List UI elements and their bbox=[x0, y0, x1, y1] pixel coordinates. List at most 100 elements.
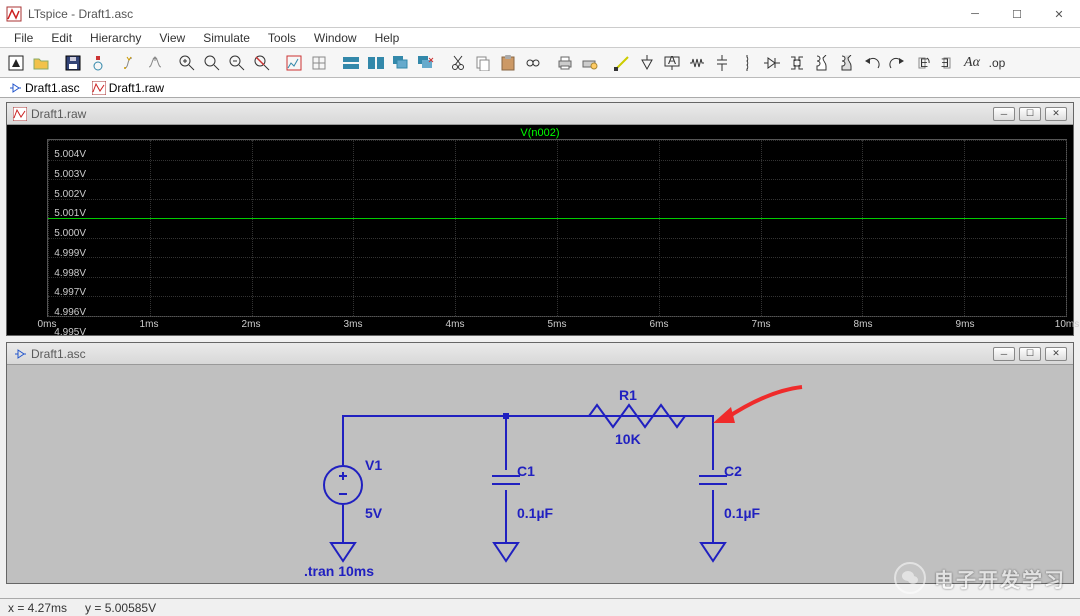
menu-window[interactable]: Window bbox=[306, 29, 365, 47]
inductor-button[interactable] bbox=[735, 51, 759, 75]
component-value[interactable]: 5V bbox=[365, 505, 382, 521]
document-tabs: Draft1.asc Draft1.raw bbox=[0, 78, 1080, 98]
mdi-maximize-button[interactable]: ☐ bbox=[1019, 107, 1041, 121]
waveform-plot[interactable]: V(n002) 5.004V 5.003V 5.002V 5.001V 5.00… bbox=[7, 125, 1073, 335]
run-button[interactable] bbox=[118, 51, 142, 75]
mdi-close-button[interactable]: ✕ bbox=[1045, 107, 1067, 121]
component-value[interactable]: 10K bbox=[615, 431, 641, 447]
menu-hierarchy[interactable]: Hierarchy bbox=[82, 29, 149, 47]
status-x: x = 4.27ms bbox=[8, 601, 67, 615]
status-bar: x = 4.27ms y = 5.00585V bbox=[0, 598, 1080, 616]
toolbar: A E E Aα .op bbox=[0, 48, 1080, 78]
copy-button[interactable] bbox=[471, 51, 495, 75]
trace-line[interactable] bbox=[48, 218, 1066, 219]
mdi-close-button[interactable]: ✕ bbox=[1045, 347, 1067, 361]
status-y: y = 5.00585V bbox=[85, 601, 156, 615]
text-button[interactable]: Aα bbox=[960, 51, 984, 75]
window-close-button[interactable]: ✕ bbox=[1038, 0, 1080, 28]
wire[interactable] bbox=[342, 415, 344, 465]
tile-vert-button[interactable] bbox=[364, 51, 388, 75]
tab-schematic-label: Draft1.asc bbox=[25, 81, 80, 95]
wire[interactable] bbox=[505, 415, 507, 470]
svg-text:E: E bbox=[941, 56, 949, 70]
resistor[interactable] bbox=[577, 403, 692, 429]
ground-icon[interactable] bbox=[329, 541, 357, 563]
menu-bar: File Edit Hierarchy View Simulate Tools … bbox=[0, 28, 1080, 48]
net-node[interactable] bbox=[503, 413, 509, 419]
rotate-button[interactable]: E bbox=[910, 51, 934, 75]
wire[interactable] bbox=[342, 505, 344, 543]
component-value[interactable]: 0.1µF bbox=[517, 505, 553, 521]
menu-help[interactable]: Help bbox=[367, 29, 408, 47]
resistor-button[interactable] bbox=[685, 51, 709, 75]
x-tick: 5ms bbox=[548, 319, 567, 335]
ground-icon[interactable] bbox=[492, 541, 520, 563]
trace-label[interactable]: V(n002) bbox=[7, 125, 1073, 139]
menu-view[interactable]: View bbox=[151, 29, 193, 47]
capacitor-button[interactable] bbox=[710, 51, 734, 75]
y-tick: 5.004V bbox=[48, 149, 86, 160]
control-panel-button[interactable] bbox=[86, 51, 110, 75]
cascade-button[interactable] bbox=[389, 51, 413, 75]
drag-button[interactable] bbox=[835, 51, 859, 75]
wire[interactable] bbox=[712, 490, 714, 543]
print-setup-button[interactable] bbox=[578, 51, 602, 75]
mirror-button[interactable]: E bbox=[935, 51, 959, 75]
tab-waveform[interactable]: Draft1.raw bbox=[92, 81, 164, 95]
label-net-button[interactable]: A bbox=[660, 51, 684, 75]
capacitor[interactable] bbox=[699, 467, 727, 493]
spice-directive[interactable]: .tran 10ms bbox=[304, 563, 374, 579]
menu-simulate[interactable]: Simulate bbox=[195, 29, 258, 47]
window-minimize-button[interactable]: ─ bbox=[954, 0, 996, 28]
wire[interactable] bbox=[505, 490, 507, 543]
menu-edit[interactable]: Edit bbox=[43, 29, 80, 47]
open-button[interactable] bbox=[29, 51, 53, 75]
component-name[interactable]: R1 bbox=[619, 387, 637, 403]
paste-button[interactable] bbox=[496, 51, 520, 75]
component-name[interactable]: V1 bbox=[365, 457, 382, 473]
schematic-window-title: Draft1.asc bbox=[31, 347, 86, 361]
tab-schematic[interactable]: Draft1.asc bbox=[8, 81, 80, 95]
wire[interactable] bbox=[570, 415, 578, 417]
schematic-canvas[interactable]: V1 5V C1 0.1µF R1 10K C2 0.1µF .tran 10m… bbox=[7, 365, 1073, 583]
spice-directive-button[interactable]: .op bbox=[985, 51, 1009, 75]
x-tick: 6ms bbox=[650, 319, 669, 335]
find-button[interactable] bbox=[521, 51, 545, 75]
voltage-source[interactable] bbox=[323, 460, 363, 510]
cut-button[interactable] bbox=[446, 51, 470, 75]
move-button[interactable] bbox=[810, 51, 834, 75]
component-name[interactable]: C1 bbox=[517, 463, 535, 479]
mdi-maximize-button[interactable]: ☐ bbox=[1019, 347, 1041, 361]
diode-button[interactable] bbox=[760, 51, 784, 75]
window-maximize-button[interactable]: ☐ bbox=[996, 0, 1038, 28]
component-button[interactable] bbox=[785, 51, 809, 75]
mdi-minimize-button[interactable]: ─ bbox=[993, 347, 1015, 361]
draw-wire-button[interactable] bbox=[610, 51, 634, 75]
menu-tools[interactable]: Tools bbox=[260, 29, 304, 47]
close-windows-button[interactable] bbox=[414, 51, 438, 75]
redo-button[interactable] bbox=[885, 51, 909, 75]
component-name[interactable]: C2 bbox=[724, 463, 742, 479]
halt-button[interactable] bbox=[143, 51, 167, 75]
ground-button[interactable] bbox=[635, 51, 659, 75]
component-value[interactable]: 0.1µF bbox=[724, 505, 760, 521]
waveform-icon bbox=[13, 107, 27, 121]
zoom-in-button[interactable] bbox=[175, 51, 199, 75]
autorange-button[interactable] bbox=[282, 51, 306, 75]
x-tick: 1ms bbox=[140, 319, 159, 335]
capacitor[interactable] bbox=[492, 467, 520, 493]
waveform-window: Draft1.raw ─ ☐ ✕ V(n002) 5.004V 5.003V 5… bbox=[6, 102, 1074, 336]
tile-horiz-button[interactable] bbox=[339, 51, 363, 75]
save-button[interactable] bbox=[61, 51, 85, 75]
new-schematic-button[interactable] bbox=[4, 51, 28, 75]
zoom-fit-button[interactable] bbox=[250, 51, 274, 75]
waveform-icon bbox=[92, 81, 106, 95]
mdi-minimize-button[interactable]: ─ bbox=[993, 107, 1015, 121]
pan-button[interactable] bbox=[200, 51, 224, 75]
setup-button[interactable] bbox=[307, 51, 331, 75]
undo-button[interactable] bbox=[860, 51, 884, 75]
menu-file[interactable]: File bbox=[6, 29, 41, 47]
zoom-out-button[interactable] bbox=[225, 51, 249, 75]
ground-icon[interactable] bbox=[699, 541, 727, 563]
print-button[interactable] bbox=[553, 51, 577, 75]
